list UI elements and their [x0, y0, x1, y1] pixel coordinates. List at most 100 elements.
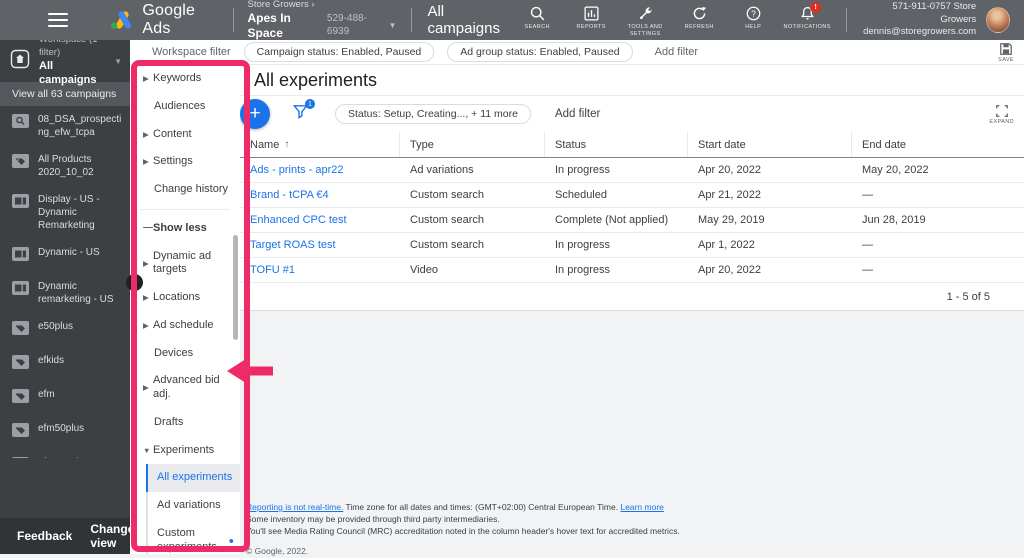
ad-group-status-filter-chip[interactable]: Ad group status: Enabled, Paused [447, 42, 633, 62]
reporting-link[interactable]: Reporting is not real-time. [246, 502, 343, 512]
column-header-name[interactable]: Name ↑ [240, 132, 400, 157]
refresh-button[interactable]: REFRESH [674, 2, 724, 31]
search-button[interactable]: SEARCH [512, 2, 562, 31]
column-header-type[interactable]: Type [400, 132, 545, 157]
add-filter-link[interactable]: Add filter [655, 46, 698, 58]
user-account-line: 571-911-0757 Store Growers [892, 0, 977, 25]
shopping-campaign-icon [12, 321, 29, 340]
campaign-list-item[interactable]: efm50plus [0, 415, 130, 449]
learn-more-link[interactable]: Learn more [620, 502, 663, 512]
campaign-status-filter-chip[interactable]: Campaign status: Enabled, Paused [243, 42, 435, 62]
experiment-type: Custom search [410, 189, 484, 201]
experiment-start-date: Apr 20, 2022 [698, 264, 761, 276]
experiment-status: In progress [555, 164, 611, 176]
new-experiment-button[interactable]: + [240, 99, 270, 129]
table-row: Target ROAS test Custom search In progre… [240, 233, 1024, 258]
nav-item-experiments[interactable]: ▼ Experiments [130, 437, 240, 465]
add-filter-link[interactable]: Add filter [555, 108, 600, 120]
notifications-button[interactable]: ! NOTIFICATIONS [782, 1, 832, 31]
campaign-list-item[interactable]: efteens_boys [0, 449, 130, 458]
shopping-campaign-icon [12, 423, 29, 442]
feedback-button[interactable]: Feedback [17, 529, 72, 543]
experiment-end-date: — [862, 264, 873, 276]
search-icon [530, 6, 545, 21]
campaign-list: 08_DSA_prospecting_efw_tcpa All Products… [0, 106, 130, 458]
pagination-label: 1 - 5 of 5 [946, 290, 990, 303]
chevron-right-icon: ▶ [143, 157, 149, 167]
nav-scrollbar[interactable] [233, 235, 238, 340]
reports-icon [584, 6, 599, 21]
footnote-line1: Reporting is not real-time. Time zone fo… [246, 502, 664, 512]
experiment-start-date: Apr 21, 2022 [698, 189, 761, 201]
topbar-actions: SEARCH REPORTS TOOLS AND SETTINGS REFRES… [512, 1, 832, 38]
nav-item-content[interactable]: ▶ Content [130, 121, 240, 149]
nav-item-advanced-bid-adj[interactable]: ▶ Advanced bid adj. [130, 367, 240, 409]
main-content: All experiments + 1 Status: Setup, Creat… [240, 65, 1024, 556]
tools-settings-button[interactable]: TOOLS AND SETTINGS [620, 2, 670, 38]
nav-item-ad-variations[interactable]: Ad variations [146, 492, 240, 520]
nav-item-all-experiments[interactable]: All experiments [146, 464, 240, 492]
campaign-list-item[interactable]: efm [0, 381, 130, 415]
column-header-end-date[interactable]: End date [852, 132, 1024, 157]
campaign-list-item[interactable]: All Products 2020_10_02 [0, 146, 130, 186]
nav-item-settings[interactable]: ▶ Settings [130, 148, 240, 176]
filter-count-badge: 1 [305, 99, 315, 109]
experiment-link[interactable]: Ads - prints - apr22 [240, 158, 400, 182]
avatar[interactable] [986, 7, 1010, 33]
notification-badge: ! [810, 1, 822, 13]
nav-item-change-history[interactable]: Change history [130, 176, 240, 204]
top-app-bar: Google Ads Store Growers › Apes In Space… [0, 0, 1024, 40]
change-view-button[interactable]: Change view [90, 522, 130, 550]
experiment-status: In progress [555, 264, 611, 276]
breadcrumb-chevron: › [311, 0, 315, 11]
campaign-list-item[interactable]: e50plus [0, 313, 130, 347]
table-header-row: Name ↑ Type Status Start date End date [240, 132, 1024, 158]
save-button[interactable]: SAVE [998, 42, 1014, 63]
section-heading: All experiments [254, 69, 378, 90]
collapse-nav-button[interactable]: ❮ [126, 274, 143, 291]
sort-ascending-icon: ↑ [284, 139, 290, 150]
pagination: 1 - 5 of 5 [240, 283, 1024, 310]
nav-item-custom-experiments[interactable]: Custom experiments ● [146, 519, 240, 554]
sidebar-footer: Feedback Change view [0, 518, 130, 554]
product-name: Google Ads [142, 2, 196, 37]
nav-item-audiences[interactable]: Audiences [130, 93, 240, 121]
campaign-list-item[interactable]: Dynamic remarketing - US [0, 273, 130, 313]
reports-button[interactable]: REPORTS [566, 2, 616, 31]
footnote-line2: Some inventory may be provided through t… [246, 513, 500, 524]
campaign-list-item[interactable]: Display - US - Dynamic Remarketing [0, 186, 130, 239]
chevron-right-icon: ▶ [143, 320, 149, 330]
help-button[interactable]: ? HELP [728, 2, 778, 31]
column-header-start-date[interactable]: Start date [688, 132, 852, 157]
nav-item-dynamic-ad-targets[interactable]: ▶ Dynamic ad targets [130, 243, 240, 285]
campaign-list-item[interactable]: 08_DSA_prospecting_efw_tcpa [0, 106, 130, 146]
show-less-button[interactable]: — Show less [130, 215, 240, 243]
google-ads-logo[interactable]: Google Ads [110, 2, 219, 38]
status-filter-chip[interactable]: Status: Setup, Creating..., + 11 more [335, 104, 531, 124]
experiment-link[interactable]: TOFU #1 [240, 258, 400, 282]
shopping-campaign-icon [12, 154, 29, 173]
expand-icon [995, 104, 1008, 117]
nav-item-devices[interactable]: Devices [130, 340, 240, 368]
expand-button[interactable]: EXPAND [989, 104, 1014, 125]
experiment-start-date: Apr 1, 2022 [698, 239, 755, 251]
column-header-status[interactable]: Status [545, 132, 688, 157]
campaign-list-item[interactable]: Dynamic - US [0, 239, 130, 273]
workspace-selector[interactable]: Workspace (1 filter) All campaigns ▼ [0, 40, 130, 86]
divider [410, 8, 412, 32]
campaign-list-item[interactable]: efkids [0, 347, 130, 381]
nav-item-drafts[interactable]: Drafts [130, 409, 240, 437]
experiment-link[interactable]: Brand - tCPA €4 [240, 183, 400, 207]
experiment-link[interactable]: Enhanced CPC test [240, 208, 400, 232]
nav-item-keywords[interactable]: ▶ Keywords [130, 65, 240, 93]
experiment-link[interactable]: Target ROAS test [240, 233, 400, 257]
refresh-icon [693, 6, 706, 20]
filter-funnel-button[interactable]: 1 [292, 99, 315, 125]
experiment-type: Custom search [410, 239, 484, 251]
nav-item-locations[interactable]: ▶ Locations [130, 284, 240, 312]
experiment-status: In progress [555, 239, 611, 251]
account-selector[interactable]: Store Growers › Apes In Space 529-488-69… [248, 0, 397, 41]
display-campaign-icon [12, 247, 29, 266]
nav-item-ad-schedule[interactable]: ▶ Ad schedule [130, 312, 240, 340]
menu-icon[interactable] [48, 9, 68, 31]
